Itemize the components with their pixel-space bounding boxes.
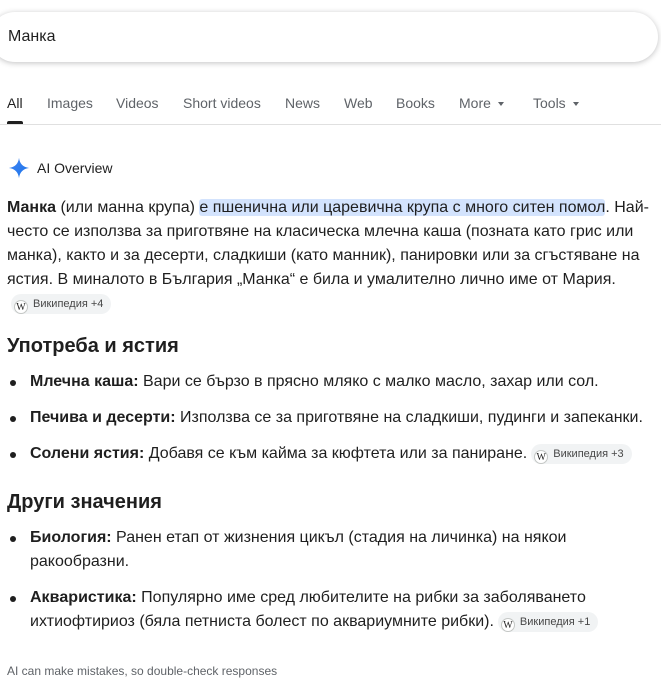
source-chip-label: Википедия +4: [33, 298, 104, 310]
tab-images[interactable]: Images: [47, 95, 93, 111]
list-item: Млечна каша: Вари се бързо в прясно мляк…: [7, 370, 655, 394]
intro-term: Манка: [7, 199, 56, 216]
list-item-text: Използва се за приготвяне на сладкиши, п…: [175, 409, 643, 426]
section-heading: Други значения: [7, 491, 162, 513]
sparkle-icon: [8, 157, 30, 179]
chevron-down-icon: [572, 102, 579, 107]
wikipedia-icon: W: [500, 618, 515, 632]
wikipedia-icon: W: [14, 300, 28, 314]
list-item-term: Солени ястия:: [30, 445, 145, 462]
active-tab-indicator: [7, 121, 23, 124]
list-item-term: Аквaристика:: [30, 589, 137, 606]
search-box[interactable]: [0, 12, 658, 62]
usage-list: Млечна каша: Вари се бързо в прясно мляк…: [7, 370, 655, 466]
ai-overview-content: Манка (или манна крупа) е пшенична или ц…: [7, 196, 655, 634]
search-input[interactable]: [8, 12, 608, 62]
source-chip[interactable]: W Википедия +1: [497, 612, 599, 632]
tab-tools-label: Tools: [533, 95, 566, 111]
disclaimer-text: AI can make mistakes, so double-check re…: [7, 664, 278, 678]
tab-tools[interactable]: Tools: [533, 95, 579, 111]
meanings-list: Биология: Ранен етап от жизнения цикъл (…: [7, 526, 655, 634]
chevron-down-icon: [497, 102, 504, 107]
ai-overview-title: AI Overview: [37, 160, 113, 176]
tab-more[interactable]: More: [459, 95, 504, 111]
intro-text: (или манна крупа): [56, 199, 200, 216]
tab-books[interactable]: Books: [396, 95, 435, 111]
list-item: Солени ястия: Добавя се към кайма за кюф…: [7, 442, 655, 466]
tab-web[interactable]: Web: [344, 95, 373, 111]
list-item: Печива и десерти: Използва се за приготв…: [7, 406, 655, 430]
tab-videos[interactable]: Videos: [116, 95, 159, 111]
tab-more-label: More: [459, 95, 491, 111]
wikipedia-icon: W: [534, 450, 549, 464]
source-chip-label: Википедия +3: [553, 448, 624, 460]
highlighted-definition: е пшенична или царевична крупа с много с…: [199, 199, 606, 216]
tab-short-videos[interactable]: Short videos: [183, 95, 261, 111]
tab-all[interactable]: All: [7, 95, 23, 111]
source-chip-label: Википедия +1: [519, 616, 591, 628]
list-item-term: Печива и десерти:: [30, 409, 176, 426]
search-tabs: All Images Videos Short videos News Web …: [0, 84, 661, 125]
tab-news[interactable]: News: [285, 95, 320, 111]
list-item: Аквaристика: Популярно име сред любители…: [7, 586, 655, 634]
intro-paragraph: Манка (или манна крупа) е пшенична или ц…: [7, 196, 655, 316]
list-item-text: Добавя се към кайма за кюфтета или за па…: [144, 445, 528, 462]
section-heading: Употреба и ястия: [7, 335, 179, 357]
list-item-term: Биология:: [30, 529, 112, 546]
source-chip[interactable]: W Википедия +3: [531, 444, 632, 464]
list-item-text: Вари се бързо в прясно мляко с малко мас…: [138, 373, 599, 390]
list-item: Биология: Ранен етап от жизнения цикъл (…: [7, 526, 655, 574]
list-item-term: Млечна каша:: [30, 373, 139, 390]
source-chip[interactable]: W Википедия +4: [11, 294, 112, 314]
